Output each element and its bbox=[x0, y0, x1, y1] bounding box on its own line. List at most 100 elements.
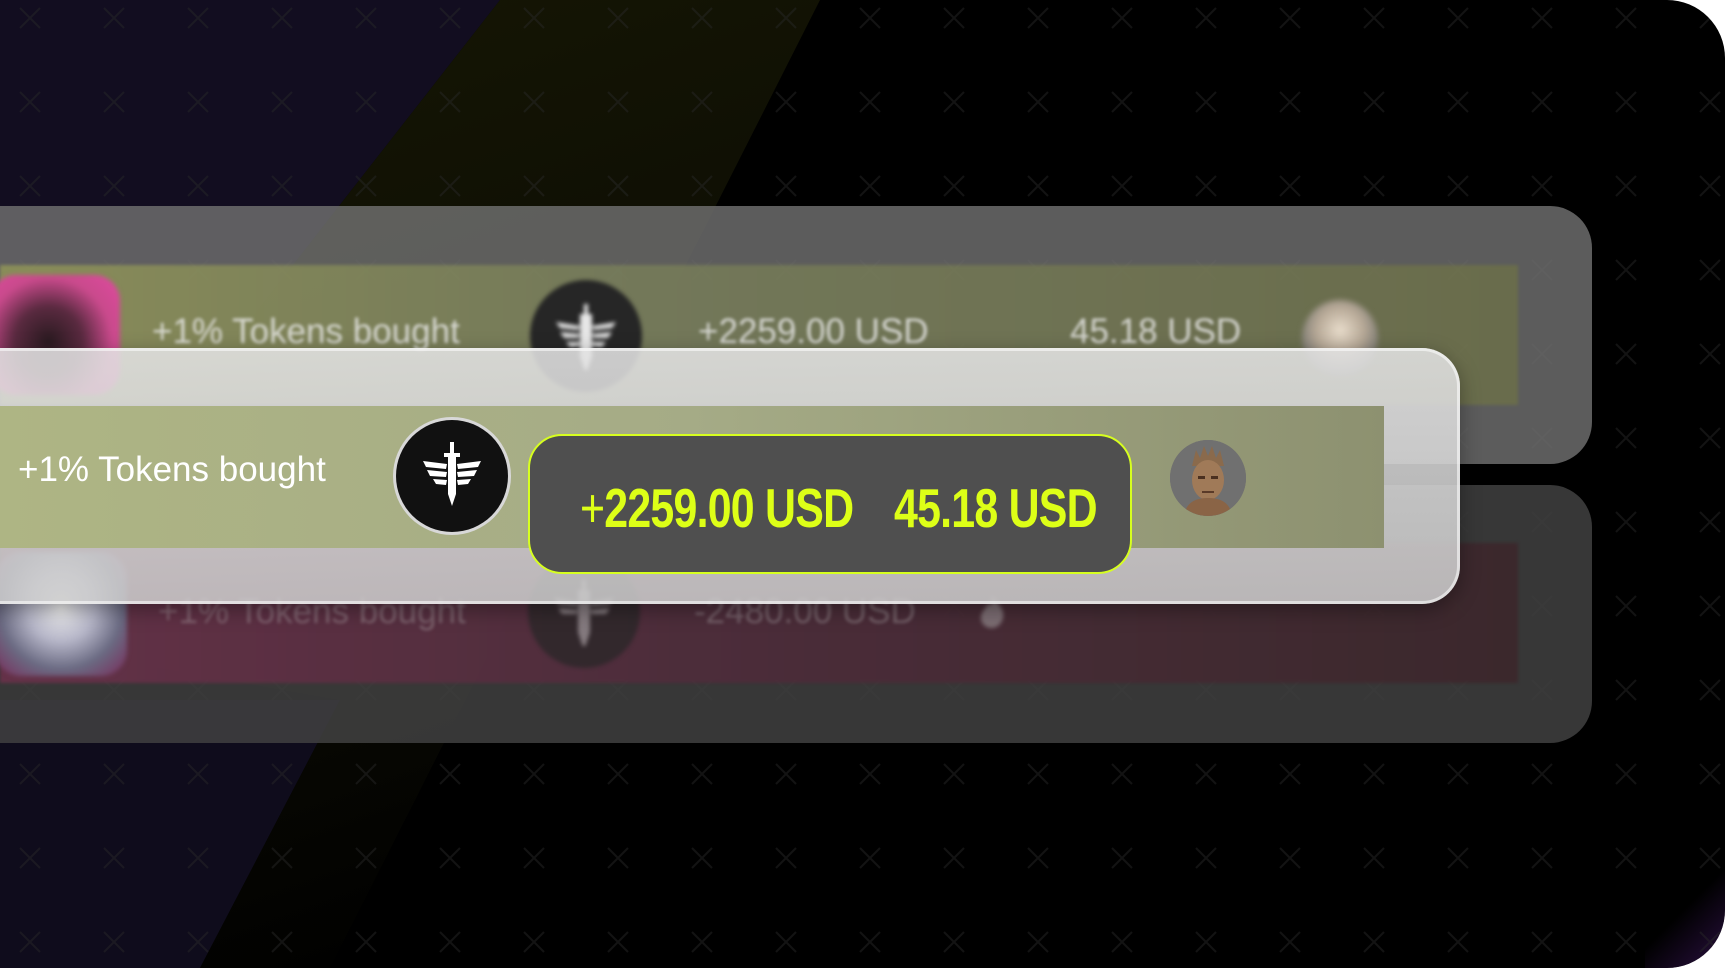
cross-mark bbox=[859, 175, 881, 197]
cross-mark bbox=[775, 847, 797, 869]
cross-mark bbox=[19, 91, 41, 113]
cross-mark bbox=[1027, 91, 1049, 113]
cross-mark bbox=[1615, 931, 1637, 953]
cross-mark bbox=[607, 175, 629, 197]
cross-mark bbox=[523, 7, 545, 29]
cross-mark bbox=[691, 847, 713, 869]
cross-mark bbox=[19, 763, 41, 785]
cross-mark bbox=[1195, 7, 1217, 29]
cross-mark bbox=[103, 91, 125, 113]
canvas: +1% Tokens bought +2259.00 USD 45.18 USD… bbox=[0, 0, 1725, 972]
cross-mark bbox=[1699, 175, 1721, 197]
amount-highlight-pill: +2259.00 USD 45.18 USD bbox=[528, 434, 1132, 574]
cross-mark bbox=[1699, 679, 1721, 701]
cross-mark bbox=[1531, 847, 1553, 869]
cross-mark bbox=[19, 931, 41, 953]
cross-mark bbox=[943, 91, 965, 113]
cross-mark bbox=[1615, 847, 1637, 869]
activity-label: +1% Tokens bought bbox=[152, 312, 460, 351]
cross-mark bbox=[943, 847, 965, 869]
cross-mark bbox=[523, 175, 545, 197]
cross-mark bbox=[355, 91, 377, 113]
cross-mark bbox=[355, 763, 377, 785]
cross-mark bbox=[103, 175, 125, 197]
cross-mark bbox=[439, 763, 461, 785]
cross-mark bbox=[187, 91, 209, 113]
cross-mark bbox=[271, 763, 293, 785]
cross-mark bbox=[187, 7, 209, 29]
cross-mark bbox=[1111, 847, 1133, 869]
cross-mark bbox=[271, 7, 293, 29]
cross-mark bbox=[1699, 7, 1721, 29]
cross-mark bbox=[1195, 763, 1217, 785]
cross-mark bbox=[1447, 847, 1469, 869]
cross-mark bbox=[1615, 427, 1637, 449]
cross-mark bbox=[1027, 7, 1049, 29]
cross-mark bbox=[1111, 91, 1133, 113]
cross-mark bbox=[1363, 91, 1385, 113]
cross-mark bbox=[271, 931, 293, 953]
cross-mark bbox=[859, 847, 881, 869]
cross-mark bbox=[103, 847, 125, 869]
cross-mark bbox=[691, 931, 713, 953]
cross-mark bbox=[775, 931, 797, 953]
cross-mark bbox=[1447, 7, 1469, 29]
cross-mark bbox=[271, 175, 293, 197]
cross-mark bbox=[1195, 931, 1217, 953]
cross-mark bbox=[103, 763, 125, 785]
cross-mark bbox=[1699, 595, 1721, 617]
activity-label: +1% Tokens bought bbox=[18, 450, 326, 489]
cross-mark bbox=[1363, 847, 1385, 869]
cross-mark bbox=[1363, 763, 1385, 785]
cross-mark bbox=[523, 91, 545, 113]
cross-mark bbox=[1615, 7, 1637, 29]
transaction-amount: +2259.00 USD bbox=[580, 476, 854, 540]
cross-mark bbox=[859, 7, 881, 29]
cross-mark bbox=[19, 7, 41, 29]
amount-sign: + bbox=[580, 477, 605, 539]
cross-mark bbox=[523, 763, 545, 785]
cross-mark bbox=[187, 763, 209, 785]
cross-mark bbox=[1279, 91, 1301, 113]
cross-mark bbox=[691, 763, 713, 785]
cross-mark bbox=[943, 7, 965, 29]
cross-mark bbox=[187, 175, 209, 197]
cross-mark bbox=[1111, 7, 1133, 29]
cross-mark bbox=[1531, 7, 1553, 29]
cross-mark bbox=[1615, 763, 1637, 785]
cross-mark bbox=[1615, 259, 1637, 281]
cross-mark bbox=[1615, 343, 1637, 365]
cross-mark bbox=[439, 7, 461, 29]
cross-mark bbox=[1279, 931, 1301, 953]
cross-mark bbox=[1195, 847, 1217, 869]
cross-mark bbox=[943, 931, 965, 953]
cross-mark bbox=[607, 91, 629, 113]
cross-mark bbox=[1111, 175, 1133, 197]
cross-mark bbox=[19, 847, 41, 869]
cross-mark bbox=[1699, 763, 1721, 785]
cross-mark bbox=[523, 931, 545, 953]
cross-mark bbox=[1615, 595, 1637, 617]
cross-mark bbox=[523, 847, 545, 869]
cross-mark bbox=[943, 763, 965, 785]
cross-mark bbox=[1279, 847, 1301, 869]
cross-mark bbox=[187, 847, 209, 869]
cross-mark bbox=[1531, 931, 1553, 953]
cross-mark bbox=[943, 175, 965, 197]
cross-mark bbox=[1615, 91, 1637, 113]
cross-mark bbox=[439, 91, 461, 113]
cross-mark bbox=[355, 847, 377, 869]
cross-mark bbox=[775, 91, 797, 113]
cross-mark bbox=[1615, 511, 1637, 533]
cross-mark bbox=[859, 931, 881, 953]
cross-mark bbox=[1111, 763, 1133, 785]
cross-mark bbox=[1027, 931, 1049, 953]
cross-mark bbox=[1531, 763, 1553, 785]
cross-mark bbox=[355, 931, 377, 953]
cross-mark bbox=[1699, 343, 1721, 365]
cross-mark bbox=[1615, 679, 1637, 701]
cross-mark bbox=[1363, 931, 1385, 953]
cross-mark bbox=[775, 175, 797, 197]
cross-mark bbox=[691, 175, 713, 197]
cross-mark bbox=[1111, 931, 1133, 953]
